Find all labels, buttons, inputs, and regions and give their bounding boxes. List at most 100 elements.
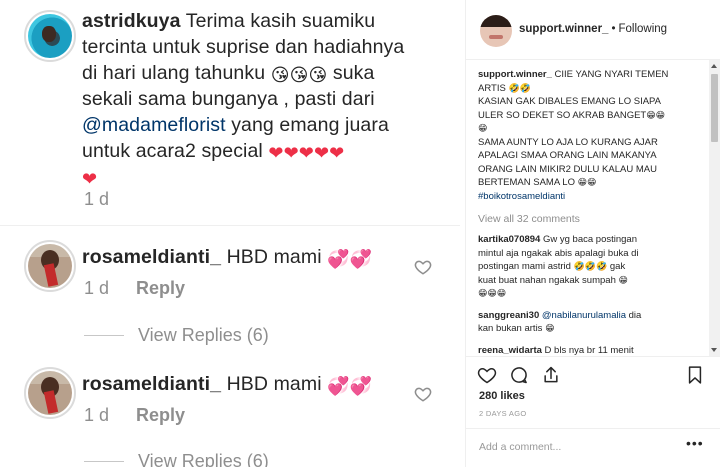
list-item: sanggreani30 @nabilanurulamalia dia kan … (478, 309, 711, 336)
avatar[interactable] (480, 15, 512, 47)
heart-emoji-icon: ❤ (298, 143, 314, 163)
kiss-emoji-icon: 😘 (289, 65, 309, 85)
heart-emoji-icon: ❤ (329, 143, 345, 163)
laugh-emoji-icon: 🤣 (584, 261, 597, 271)
comment-text: Terima kasih suamiku (185, 10, 376, 32)
scroll-up-icon[interactable] (711, 64, 717, 68)
avatar-image (28, 244, 72, 288)
comment-username[interactable]: astridkuya (82, 10, 181, 32)
comment-text: sekali sama bunganya , pasti dari (82, 88, 375, 110)
laugh-emoji-icon: 🤣 (508, 82, 520, 93)
laugh-emoji-icon: 🤣 (519, 82, 531, 93)
separator-dot: • (611, 23, 616, 35)
grin-emoji-icon: 😁 (577, 177, 587, 187)
post-author-username[interactable]: support.winner_ (519, 23, 608, 35)
laugh-emoji-icon: 🤣 (596, 261, 608, 271)
mention-link[interactable]: @nabilanurulamalia (542, 310, 626, 321)
hearts-emoji-icon: 💞 (327, 376, 350, 396)
comment-username[interactable]: kartika070894 (478, 234, 540, 245)
list-item: reena_widarta D bls nya br 11 menit (478, 344, 690, 357)
comment-text: HBD mami (226, 246, 322, 268)
scroll-down-icon[interactable] (711, 348, 717, 352)
comment-text: dia (628, 309, 642, 321)
comment-bubble-icon[interactable] (509, 365, 529, 385)
heart-emoji-icon: ❤ (82, 169, 98, 189)
post-side-panel: support.winner_ • Following support.winner… (465, 0, 720, 467)
following-button[interactable]: Following (618, 23, 667, 35)
comment-meta: 1 d Reply (84, 278, 185, 299)
comment-text: suka (332, 62, 375, 84)
comment-text: kan bukan artis (478, 323, 543, 334)
comment-username[interactable]: reena_widarta (478, 345, 542, 356)
view-replies-button[interactable]: View Replies (6) (84, 325, 269, 346)
caption-text: ARTIS (478, 82, 506, 94)
avatar[interactable] (24, 240, 76, 292)
list-item: kartika070894 Gw yg baca postingan mintu… (478, 233, 711, 301)
kiss-emoji-icon: 😘 (308, 65, 328, 85)
grin-emoji-icon: 😁 (545, 323, 555, 333)
comment-text: D bls nya br 11 menit (544, 344, 634, 356)
post-header: support.winner_ • Following (466, 0, 720, 60)
grin-emoji-icon: 😁 (487, 288, 497, 298)
comment-body: rosameldianti_ HBD mami 💞💞 (82, 244, 372, 270)
bookmark-icon[interactable] (685, 365, 705, 385)
more-options-icon[interactable]: ••• (686, 435, 704, 451)
hearts-emoji-icon: 💞 (349, 376, 373, 396)
scrollbar-thumb[interactable] (711, 74, 718, 142)
comment-text: Gw yg baca postingan (542, 234, 637, 245)
comment-text: gak (609, 261, 626, 272)
comment-username[interactable]: sanggreani30 (478, 310, 539, 321)
add-comment-bar: Add a comment... ••• (466, 428, 720, 467)
grin-emoji-icon: 😁 (478, 288, 488, 298)
comment-body: rosameldianti_ HBD mami 💞💞 (82, 371, 372, 397)
hearts-emoji-icon: 💞 (349, 249, 373, 269)
comment-meta: 1 d (84, 189, 109, 210)
post-header-text: support.winner_ • Following (519, 23, 667, 35)
caption-text: APALAGI SMAA ORANG LAIN MAKANYA (478, 150, 657, 161)
avatar[interactable] (24, 367, 76, 419)
comment-meta: 1 d Reply (84, 405, 185, 426)
likes-count[interactable]: 280 likes (479, 390, 525, 402)
hashtag-link[interactable]: #boikotrosameldianti (478, 191, 565, 202)
add-comment-input[interactable]: Add a comment... (479, 441, 561, 453)
grin-emoji-icon: 😁 (587, 177, 597, 187)
like-heart-icon[interactable] (477, 365, 497, 385)
comment-text: untuk acara2 special (82, 140, 263, 162)
comment-time: 1 d (84, 189, 110, 209)
divider-line (84, 461, 124, 462)
grin-emoji-icon: 😁 (478, 123, 488, 133)
view-all-comments-button[interactable]: View all 32 comments (478, 213, 711, 225)
caption-text: KASIAN GAK DIBALES EMANG LO SIAPA (478, 96, 662, 107)
grin-emoji-icon: 😁 (655, 109, 666, 120)
heart-like-icon[interactable] (414, 258, 432, 276)
view-replies-label: View Replies (6) (138, 325, 269, 345)
avatar[interactable] (24, 10, 76, 62)
view-replies-button[interactable]: View Replies (6) (84, 451, 269, 467)
heart-emoji-icon: ❤ (268, 143, 284, 163)
hearts-emoji-icon: 💞 (327, 249, 350, 269)
grin-emoji-icon: 😁 (496, 288, 507, 298)
share-icon[interactable] (541, 365, 561, 385)
comment-username[interactable]: rosameldianti_ (82, 373, 221, 395)
grin-emoji-icon: 😁 (646, 109, 656, 120)
avatar-image (28, 14, 72, 58)
post-caption: support.winner_ CIIE YANG NYARI TEMEN AR… (478, 68, 706, 203)
comments-list[interactable]: support.winner_ CIIE YANG NYARI TEMEN AR… (466, 60, 711, 356)
caption-username[interactable]: support.winner_ (478, 69, 552, 80)
reply-button[interactable]: Reply (136, 405, 185, 425)
heart-like-icon[interactable] (414, 385, 432, 403)
reply-button[interactable]: Reply (136, 278, 185, 298)
comment-text: postingan mami astrid (478, 261, 571, 272)
view-replies-label: View Replies (6) (138, 451, 269, 467)
scrollbar[interactable] (709, 60, 720, 356)
comment-text: di hari ulang tahunku (82, 62, 266, 84)
comment-body: astridkuya Terima kasih suamiku tercinta… (82, 8, 460, 190)
comment-time: 1 d (84, 278, 110, 298)
mention-link[interactable]: @madameflorist (82, 114, 226, 136)
comment-text: HBD mami (226, 373, 322, 395)
caption-text: BERTEMAN SAMA LO (478, 177, 575, 188)
comment-username[interactable]: rosameldianti_ (82, 246, 221, 268)
divider (0, 225, 460, 226)
avatar-image (28, 371, 72, 415)
caption-text: ORANG LAIN MIKIR2 DULU KALAU MAU (478, 163, 657, 175)
